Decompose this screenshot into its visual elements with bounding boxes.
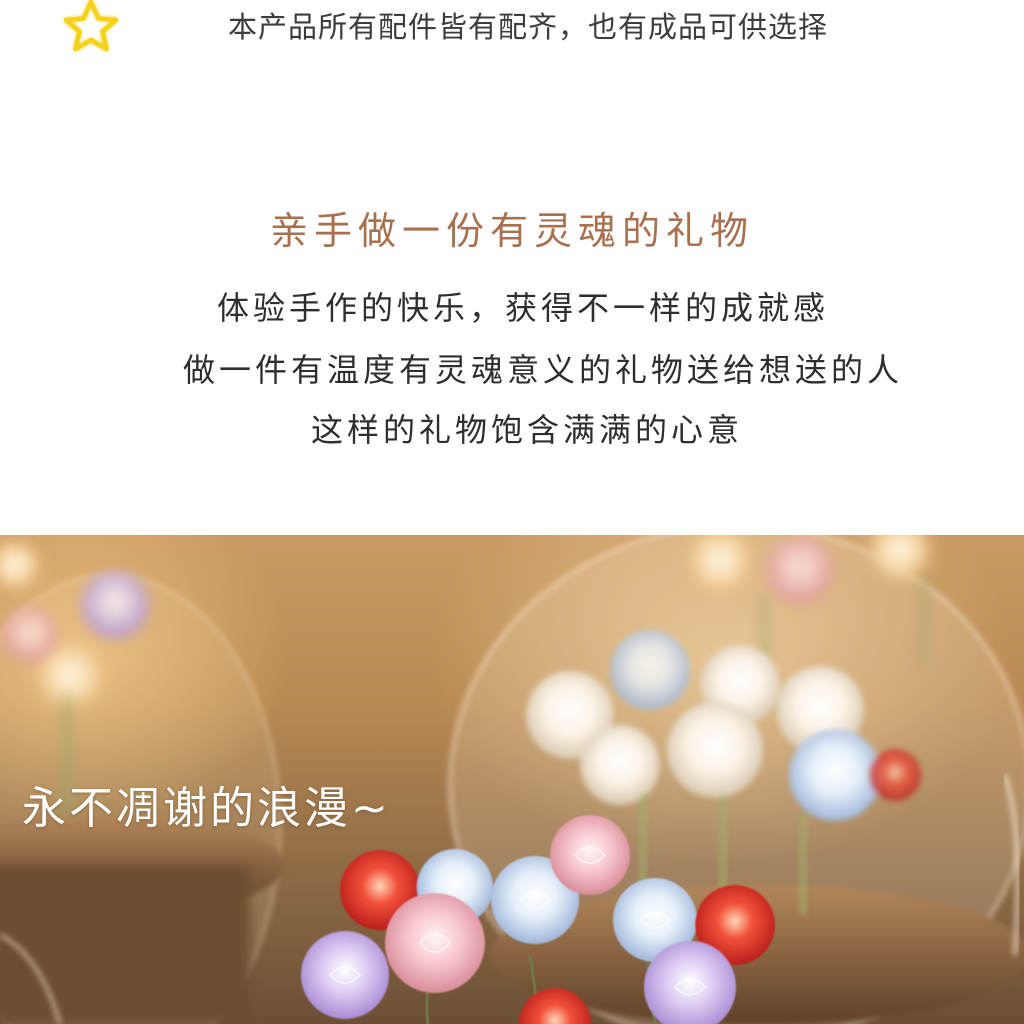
body-line-2: 做一件有温度有灵魂意义的礼物送给想送的人 — [182, 351, 903, 389]
product-detail-page: 本产品所有配件皆有配齐，也有成品可供选择 亲手做一份有灵魂的礼物 体验手作的快乐… — [0, 0, 1024, 1024]
note-row: 本产品所有配件皆有配齐，也有成品可供选择 — [0, 0, 1024, 60]
body-line-1: 体验手作的快乐，获得不一样的成就感 — [216, 289, 829, 327]
headline: 亲手做一份有灵魂的礼物 — [269, 209, 754, 253]
star-outline-icon — [63, 0, 119, 52]
note-text: 本产品所有配件皆有配齐，也有成品可供选择 — [228, 10, 829, 44]
product-photo: 永不凋谢的浪漫~ — [0, 535, 1024, 1024]
body-line-3: 这样的礼物饱含满满的心意 — [310, 411, 743, 449]
photo-caption: 永不凋谢的浪漫~ — [22, 783, 391, 834]
